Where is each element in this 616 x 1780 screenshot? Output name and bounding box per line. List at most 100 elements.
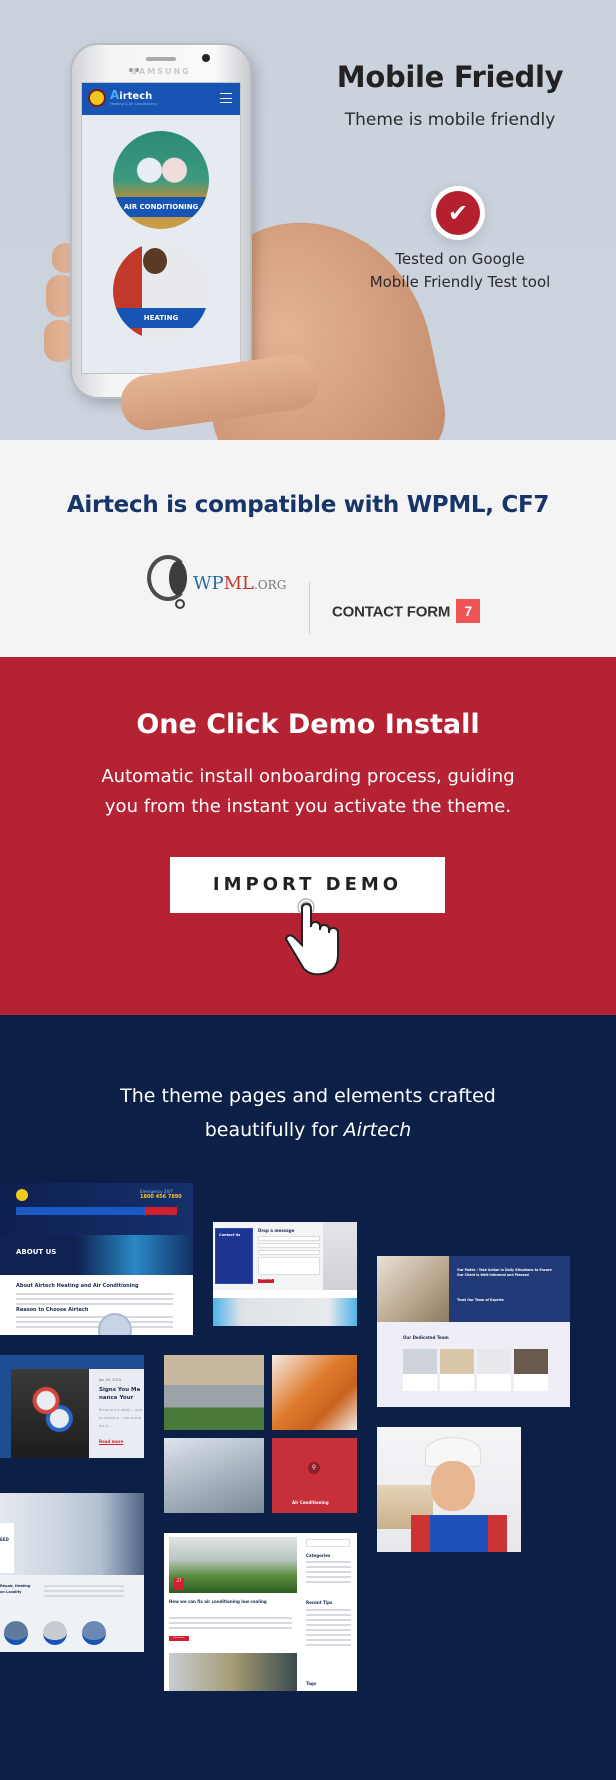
blog-post-body: Jan 20, 2019 Signs You Ma nance Your Bri… [89,1369,144,1458]
blog-post-screenshot[interactable]: Jan 20, 2019 Signs You Ma nance Your Bri… [0,1355,144,1458]
contact-sidebar: Contact Us [215,1228,253,1284]
services-text-lines [44,1585,124,1600]
about-hero-title: ABOUT US [16,1248,57,1256]
about-page-screenshot[interactable]: Emergency 24/7 1800 456 7890 ABOUT US Ab… [0,1183,193,1335]
wpml-ml: ML [223,573,255,594]
wpml-wp: WP [193,573,224,594]
blog-photo-technician [169,1653,297,1691]
team-member-card [403,1349,437,1391]
phone-brand: SAMSUNG [131,67,191,76]
team-member-card [440,1349,474,1391]
phone-mockup: SAMSUNG Airtech Heating & Air Conditioni… [72,45,250,397]
blog-categories-title: Categories [306,1553,331,1558]
wpml-logo-tail-icon [175,599,185,609]
contact-name-input [258,1236,320,1241]
app-header: Airtech Heating & Air Conditioning [82,83,240,115]
services-page-screenshot[interactable]: EED Repair, Heating on Locality [0,1493,144,1652]
tested-line-1: Tested on Google [395,250,525,268]
theme-pages-line-2: beautifully for Airtech [0,1113,616,1147]
check-badge: ✔ [431,186,485,240]
service-air-conditioning[interactable]: AIR CONDITIONING [113,131,209,229]
cf7-badge: 7 [456,599,481,623]
services-hero-card: EED [0,1523,14,1573]
team-motto: Our Motto : Take Action in Daily Situati… [457,1268,552,1277]
app-name: Airtech [110,88,152,102]
gallery-overlay-label: Air Conditioning [292,1500,329,1505]
wpml-logo: WPML.ORG [147,555,287,615]
phone-sensors [129,57,141,72]
blog-text-lines [169,1617,292,1632]
tested-line-2: Mobile Friendly Test tool [369,273,551,291]
demo-description: Automatic install onboarding process, gu… [60,762,556,822]
about-nav-bar [16,1207,177,1215]
magnifier-icon[interactable]: ⚲ [308,1462,320,1474]
service-heating[interactable]: HEATING [113,242,209,340]
team-member-card [514,1349,548,1391]
blog-post-title-1: Signs You Ma [99,1387,141,1393]
team-trust: Trust Our Team of Experts [457,1298,504,1302]
compatibility-title: Airtech is compatible with WPML, CF7 [66,492,550,518]
theme-pages-text: The theme pages and elements crafted bea… [0,1079,616,1147]
contact-message-input [258,1257,320,1275]
blog-recent-title: Recent Tips [306,1600,333,1605]
service-badge-icon [43,1621,67,1645]
tested-text: Tested on Google Mobile Friendly Test to… [340,248,580,294]
mobile-friendly-section: SAMSUNG Airtech Heating & Air Conditioni… [0,0,616,440]
contact-page-screenshot[interactable]: Contact Us Drop a message Submit Now [213,1222,357,1326]
blog-page-screenshot[interactable]: 27 How we can fix air conditioning low c… [164,1533,357,1691]
blog-search-input [306,1539,350,1547]
contact-sidebar-title: Contact Us [219,1233,241,1237]
app-logo-icon [88,89,106,107]
blog-tags-title: Tags [306,1681,317,1686]
blog-photo-condenser [169,1537,297,1593]
hand-pointer-icon [284,898,339,976]
hand-finger [44,320,74,362]
cf7-text: CONTACT FORM [332,603,451,621]
gallery-grid-screenshot[interactable]: ⚲ Air Conditioning [164,1355,357,1513]
mobile-friendly-title: Mobile Friedly [336,60,564,94]
blog-post-read-more: Read more [99,1439,124,1444]
about-header: Emergency 24/7 1800 456 7890 [0,1183,193,1235]
about-subheading: Reason to Choose Airtech [16,1307,89,1313]
services-hero-title: EED [0,1537,9,1542]
about-phone-number: 1800 456 7890 [140,1194,182,1200]
worker-face [431,1461,475,1511]
gallery-photo-condenser [164,1355,264,1430]
about-hero: ABOUT US [0,1235,193,1275]
blog-post-photo [11,1369,89,1458]
team-family-photo [377,1256,449,1322]
about-text-lines [16,1316,173,1331]
service-badge-icon [82,1621,106,1645]
blog-post-excerpt: Bring to the table ... gies to ensure p.… [99,1408,143,1428]
logo-divider [309,582,310,634]
phone-screen: Airtech Heating & Air Conditioning AIR C… [81,82,241,374]
blog-date-day: 27 [176,1578,182,1583]
gallery-photo-overlay: ⚲ Air Conditioning [272,1438,357,1513]
theme-pages-prefix: beautifully for [204,1119,344,1141]
blog-read-more-button: Read more [169,1636,189,1641]
phone-camera [202,54,210,62]
services-heading: Repair, Heating on Locality [0,1584,31,1594]
wpml-org: .ORG [254,578,287,592]
app-name-rest: irtech [119,91,153,102]
services-hero-photo [0,1493,144,1575]
app-tagline: Heating & Air Conditioning [110,102,157,106]
blog-post-title: How we can fix air conditioning low cool… [169,1599,267,1604]
demo-title: One Click Demo Install [136,709,480,740]
contact-map [213,1298,357,1326]
blog-recent-lines [306,1609,351,1649]
hamburger-menu-icon[interactable] [220,93,232,103]
theme-pages-brand: Airtech [343,1119,412,1141]
gallery-photo-units [164,1438,264,1513]
service-badge-icon [4,1621,28,1645]
demo-install-section: One Click Demo Install Automatic install… [0,657,616,1015]
team-page-screenshot[interactable]: Our Motto : Take Action in Daily Situati… [377,1256,570,1407]
demo-description-line-2: you from the instant you activate the th… [104,796,512,817]
theme-pages-line-1: The theme pages and elements crafted [120,1085,496,1107]
phone-speaker [146,57,176,61]
contact-form-title: Drop a message [258,1228,295,1233]
about-heading: About Airtech Heating and Air Conditioni… [16,1283,139,1289]
blog-post-title-2: nance Your [99,1395,134,1401]
blog-post-date: Jan 20, 2019 [99,1378,122,1382]
team-member-card [477,1349,511,1391]
